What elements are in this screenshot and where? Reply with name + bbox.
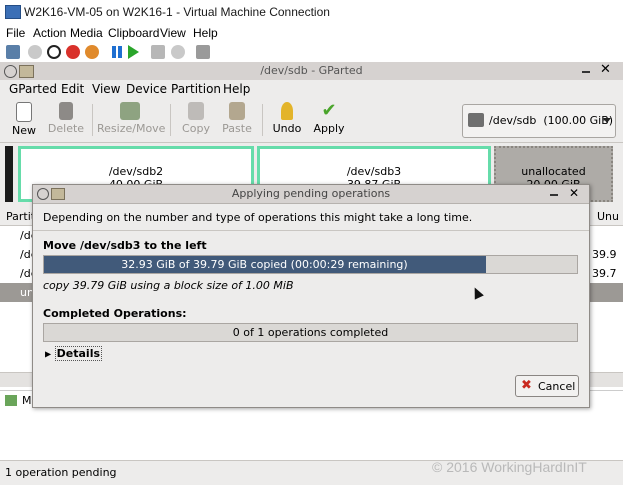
paste-icon bbox=[229, 102, 245, 120]
details-expander[interactable]: ▶ Details bbox=[45, 346, 103, 361]
toolbar-separator bbox=[92, 104, 93, 136]
toolbar-separator bbox=[170, 104, 171, 136]
details-label: Details bbox=[54, 346, 103, 361]
ctrl-alt-del-icon[interactable] bbox=[6, 45, 20, 59]
partition-name: /dev/sdb2 bbox=[108, 165, 164, 178]
graph-left-edge bbox=[5, 146, 13, 202]
resume-icon[interactable] bbox=[128, 45, 139, 59]
trash-icon bbox=[59, 102, 73, 120]
pending-operation-text: M bbox=[22, 394, 32, 407]
checkpoint-icon[interactable] bbox=[151, 45, 165, 59]
resize-move-button[interactable]: Resize/Move bbox=[97, 100, 165, 140]
minimize-icon[interactable] bbox=[582, 71, 590, 73]
menu-gparted[interactable]: GParted bbox=[9, 82, 57, 96]
device-selector-label: /dev/sdb (100.00 GiB) bbox=[489, 114, 614, 127]
vm-app-icon bbox=[5, 5, 21, 19]
completed-heading: Completed Operations: bbox=[43, 307, 187, 320]
vm-menu-media[interactable]: Media bbox=[70, 26, 103, 40]
column-header-unused[interactable]: Unu bbox=[597, 210, 619, 223]
chevron-down-icon bbox=[603, 118, 611, 123]
undo-arrow-icon bbox=[281, 102, 293, 120]
partition-name: unallocated bbox=[521, 165, 586, 178]
new-document-icon bbox=[16, 102, 32, 122]
watermark: © 2016 WorkingHardInIT bbox=[432, 459, 587, 475]
shutdown-icon[interactable] bbox=[66, 45, 80, 59]
vm-title-bar: W2K16-VM-05 on W2K16-1 - Virtual Machine… bbox=[0, 0, 623, 24]
revert-icon[interactable] bbox=[171, 45, 185, 59]
dialog-message: Depending on the number and type of oper… bbox=[43, 211, 473, 224]
vm-menu-file[interactable]: File bbox=[6, 26, 25, 40]
menu-help[interactable]: Help bbox=[223, 82, 250, 96]
cancel-button[interactable]: ✖ Cancel bbox=[515, 375, 579, 397]
status-text: 1 operation pending bbox=[5, 466, 117, 479]
vm-menu-help[interactable]: Help bbox=[193, 26, 218, 40]
hard-disk-icon bbox=[468, 113, 484, 127]
completed-progress-bar: 0 of 1 operations completed bbox=[43, 323, 578, 342]
copy-icon bbox=[188, 102, 204, 120]
cancel-label: Cancel bbox=[538, 380, 576, 393]
dialog-title-bar: Applying pending operations ✕ bbox=[33, 185, 589, 204]
gparted-title-bar: /dev/sdb - GParted ✕ bbox=[0, 62, 623, 81]
row-unused: 39.7 bbox=[592, 267, 617, 280]
device-selector[interactable]: /dev/sdb (100.00 GiB) bbox=[462, 104, 616, 138]
partition-name: /dev/sdb3 bbox=[346, 165, 402, 178]
expander-arrow-icon: ▶ bbox=[45, 349, 52, 359]
menu-view[interactable]: View bbox=[92, 82, 120, 96]
turn-off-icon[interactable] bbox=[47, 45, 61, 59]
copy-button[interactable]: Copy bbox=[178, 100, 214, 140]
checkmark-icon: ✔ bbox=[321, 100, 337, 121]
vm-window-title: W2K16-VM-05 on W2K16-1 - Virtual Machine… bbox=[24, 5, 330, 19]
save-state-icon[interactable] bbox=[85, 45, 99, 59]
menu-edit[interactable]: Edit bbox=[61, 82, 84, 96]
dialog-close-icon[interactable]: ✕ bbox=[569, 186, 579, 200]
delete-button[interactable]: Delete bbox=[46, 100, 86, 140]
dialog-content-sep bbox=[33, 230, 589, 231]
vm-menu-action[interactable]: Action bbox=[33, 26, 66, 40]
cancel-icon: ✖ bbox=[521, 378, 532, 393]
menu-partition[interactable]: Partition bbox=[171, 82, 221, 96]
operation-progress-bar: 32.93 GiB of 39.79 GiB copied (00:00:29 … bbox=[43, 255, 578, 274]
pending-operation-icon bbox=[5, 395, 17, 406]
progress-text: 32.93 GiB of 39.79 GiB copied (00:00:29 … bbox=[121, 258, 408, 271]
undo-button[interactable]: Undo bbox=[270, 100, 304, 140]
completed-text: 0 of 1 operations completed bbox=[232, 326, 389, 339]
dialog-title: Applying pending operations bbox=[231, 187, 391, 200]
close-icon[interactable]: ✕ bbox=[600, 63, 611, 77]
vm-menu-view[interactable]: View bbox=[160, 26, 186, 40]
row-unused: 39.9 bbox=[592, 248, 617, 261]
menu-device[interactable]: Device bbox=[126, 82, 167, 96]
paste-button[interactable]: Paste bbox=[218, 100, 256, 140]
apply-button[interactable]: ✔ Apply bbox=[310, 100, 348, 140]
vm-menu-bar: File Action Media Clipboard View Help bbox=[0, 24, 623, 42]
vm-toolbar bbox=[0, 42, 623, 63]
start-icon[interactable] bbox=[28, 45, 42, 59]
operation-sub-text: copy 39.79 GiB using a block size of 1.0… bbox=[43, 279, 294, 292]
toolbar-separator bbox=[262, 104, 263, 136]
applying-operations-dialog: Applying pending operations ✕ Depending … bbox=[32, 184, 590, 408]
resize-arrow-icon bbox=[120, 102, 140, 120]
new-button[interactable]: New bbox=[8, 100, 40, 140]
gparted-menu-bar: GParted Edit View Device Partition Help bbox=[0, 80, 623, 98]
pause-icon[interactable] bbox=[110, 45, 124, 59]
operation-title: Move /dev/sdb3 to the left bbox=[43, 239, 207, 252]
vm-menu-clipboard[interactable]: Clipboard bbox=[108, 26, 159, 40]
dialog-minimize-icon[interactable] bbox=[550, 194, 558, 196]
gparted-window-title: /dev/sdb - GParted bbox=[260, 64, 363, 77]
enhanced-session-icon[interactable] bbox=[196, 45, 210, 59]
